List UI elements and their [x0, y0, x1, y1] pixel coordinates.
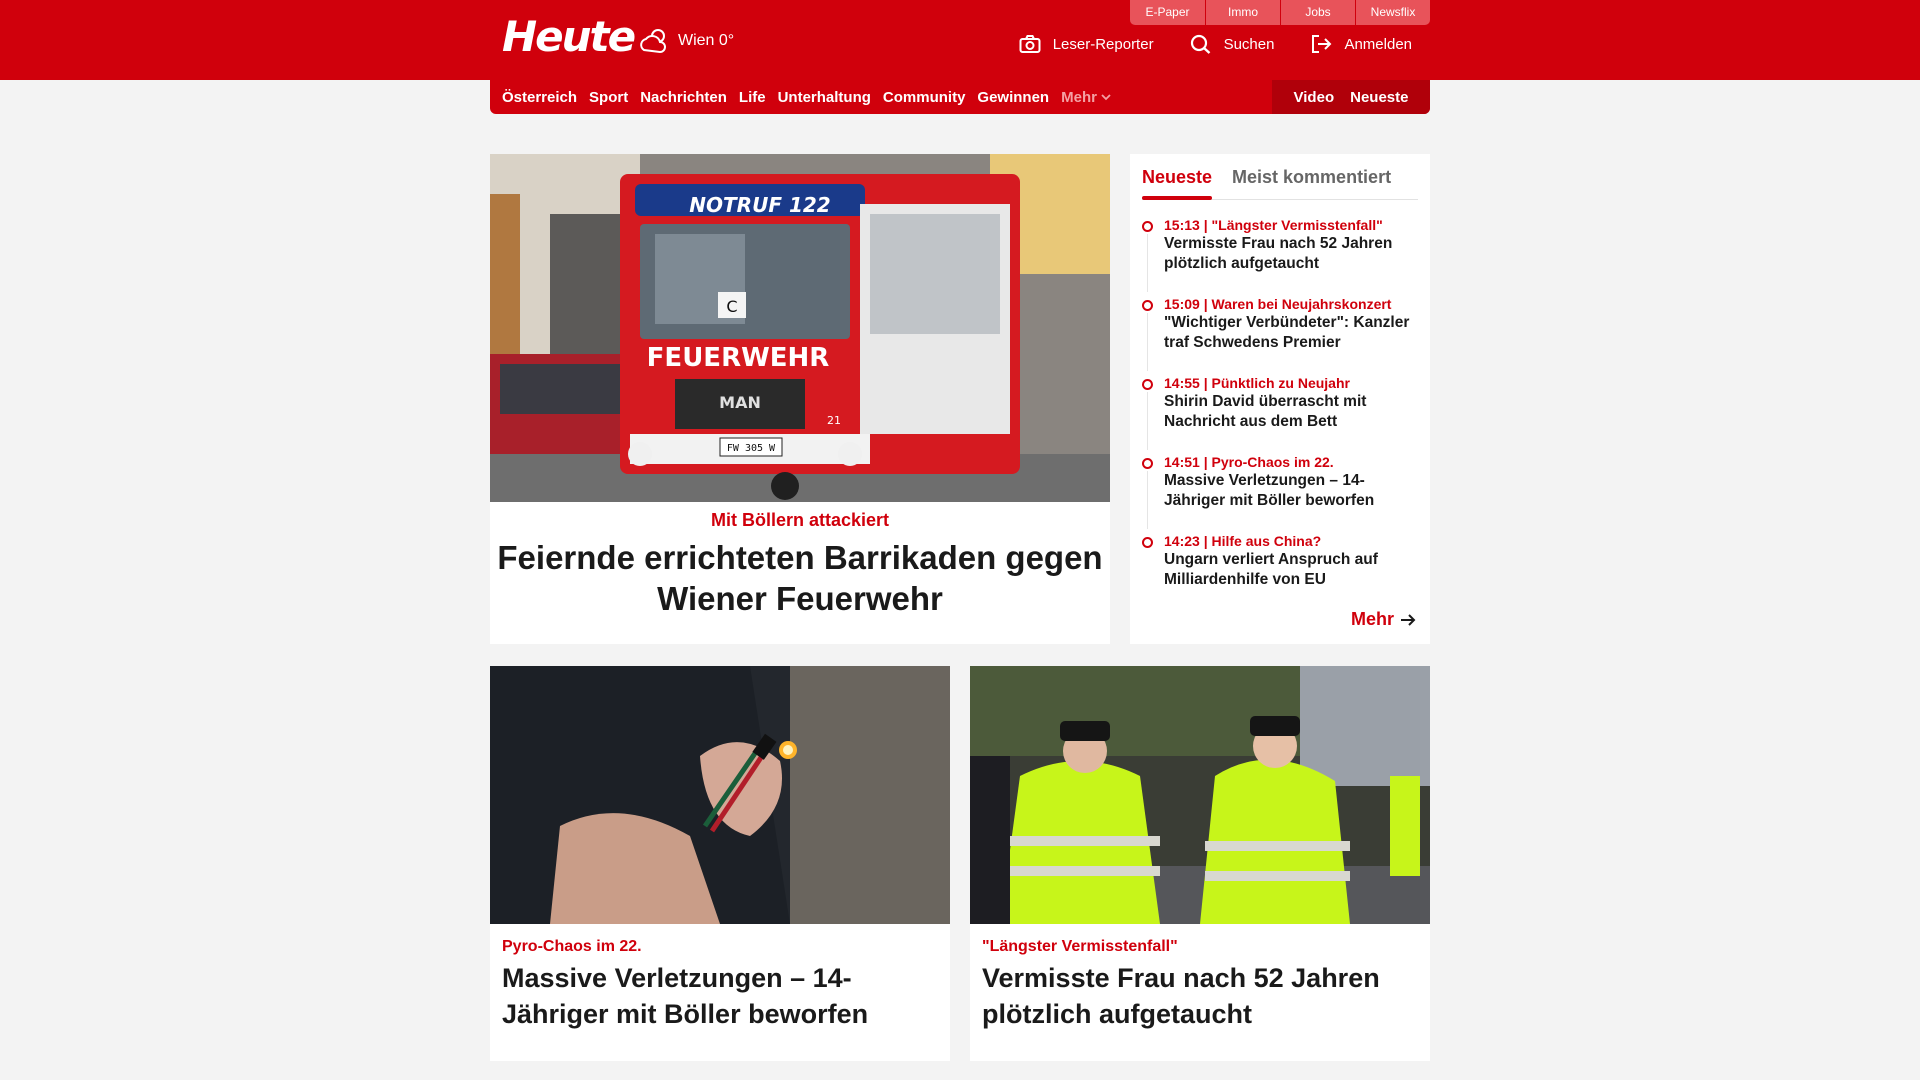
ticker-kicker: 15:09 | Waren bei Neujahrskonzert: [1164, 296, 1392, 312]
timeline-dot-icon: [1142, 221, 1153, 232]
main-nav: Österreich Sport Nachrichten Life Unterh…: [490, 80, 1430, 114]
nav-video-link[interactable]: Video: [1294, 89, 1335, 106]
search-label: Suchen: [1223, 35, 1275, 53]
ticker-item[interactable]: 15:09 | Waren bei Neujahrskonzert "Wicht…: [1142, 295, 1422, 374]
ticker-item[interactable]: 14:23 | Hilfe aus China? Ungarn verliert…: [1142, 532, 1422, 611]
newsflix-link[interactable]: Newsflix: [1355, 0, 1430, 25]
truck-plate: FW 305 W: [727, 443, 776, 454]
header: Heute Wien 0° E-Paper Immo Jobs Newsflix…: [490, 0, 1430, 80]
nav-item-life[interactable]: Life: [739, 89, 766, 106]
nav-latest-link[interactable]: Neueste: [1350, 89, 1408, 106]
camera-icon: [1019, 35, 1041, 53]
truck-sign-notruf: NOTRUF 122: [689, 193, 830, 217]
article-image-pyro[interactable]: [490, 666, 950, 924]
hero-headline[interactable]: Feiernde errichteten Barrikaden gegen Wi…: [490, 537, 1110, 619]
nav-more-dropdown[interactable]: Mehr: [1061, 89, 1111, 106]
ticker-item[interactable]: 14:55 | Pünktlich zu Neujahr Shirin Davi…: [1142, 374, 1422, 453]
truck-sign-feuerwehr: FEUERWEHR: [647, 343, 830, 373]
ticker-more-label: Mehr: [1350, 609, 1394, 629]
ticker-kicker: 14:23 | Hilfe aus China?: [1164, 533, 1322, 549]
ticker-item[interactable]: 14:51 | Pyro-Chaos im 22. Massive Verlet…: [1142, 453, 1422, 532]
ticker-kicker: 14:51 | Pyro-Chaos im 22.: [1164, 454, 1334, 470]
fire-truck-photo: NOTRUF 122 C FEUERWEHR MAN 21 FW 305 W: [490, 154, 1110, 502]
hero-image[interactable]: NOTRUF 122 C FEUERWEHR MAN 21 FW 305 W: [490, 154, 1110, 502]
ticker-kicker: 14:55 | Pünktlich zu Neujahr: [1164, 375, 1350, 391]
nav-highlights: Video Neueste: [1272, 80, 1430, 114]
immo-link[interactable]: Immo: [1205, 0, 1280, 25]
timeline-line: [1147, 392, 1148, 450]
truck-brand: MAN: [719, 393, 761, 412]
login-label: Anmelden: [1344, 35, 1412, 53]
leser-reporter-button[interactable]: Leser-Reporter: [1019, 34, 1154, 54]
timeline-line: [1147, 234, 1148, 292]
timeline-dot-icon: [1142, 458, 1153, 469]
timeline-dot-icon: [1142, 300, 1153, 311]
nav-sections: Österreich Sport Nachrichten Life Unterh…: [502, 80, 1111, 114]
nav-more-label: Mehr: [1061, 88, 1097, 106]
jobs-link[interactable]: Jobs: [1280, 0, 1355, 25]
ticker-title[interactable]: Shirin David überrascht mit Nachricht au…: [1164, 392, 1422, 432]
ticker-title[interactable]: "Wichtiger Verbündeter": Kanzler traf Sc…: [1164, 313, 1422, 353]
ticker-title[interactable]: Vermisste Frau nach 52 Jahren plötzlich …: [1164, 234, 1422, 274]
login-icon: [1312, 35, 1332, 53]
news-ticker-panel: Neueste Meist kommentiert 15:13 | "Längs…: [1130, 154, 1430, 644]
article-headline[interactable]: Massive Verletzungen – 14-Jähriger mit B…: [502, 960, 938, 1032]
firecracker-photo: [490, 666, 950, 924]
search-button[interactable]: Suchen: [1190, 34, 1275, 54]
timeline-line: [1147, 313, 1148, 371]
search-icon: [1190, 34, 1210, 54]
nav-item-unterhaltung[interactable]: Unterhaltung: [778, 89, 871, 106]
chevron-down-icon: [1101, 94, 1111, 101]
arrow-right-icon: [1401, 613, 1416, 626]
article-card-vermisste[interactable]: "Längster Vermisstenfall" Vermisste Frau…: [970, 666, 1430, 1061]
timeline-dot-icon: [1142, 379, 1153, 390]
ticker-item[interactable]: 15:13 | "Längster Vermisstenfall" Vermis…: [1142, 216, 1422, 295]
timeline-line: [1147, 471, 1148, 529]
ticker-list: 15:13 | "Längster Vermisstenfall" Vermis…: [1142, 216, 1422, 611]
leser-reporter-label: Leser-Reporter: [1052, 35, 1154, 53]
login-button[interactable]: Anmelden: [1310, 34, 1412, 54]
nav-item-sport[interactable]: Sport: [589, 89, 628, 106]
epaper-link[interactable]: E-Paper: [1130, 0, 1205, 25]
ticker-more-link[interactable]: Mehr: [1351, 609, 1416, 630]
heute-logo[interactable]: Heute: [502, 14, 636, 60]
ticker-kicker: 15:13 | "Längster Vermisstenfall": [1164, 217, 1383, 233]
truck-unit-number: 21: [827, 414, 841, 427]
police-officers-photo: [970, 666, 1430, 924]
tab-neueste[interactable]: Neueste: [1142, 164, 1213, 200]
article-kicker: Pyro-Chaos im 22.: [502, 938, 642, 955]
truck-letter-sign: C: [726, 297, 737, 316]
ticker-title[interactable]: Massive Verletzungen – 14-Jähriger mit B…: [1164, 471, 1422, 511]
article-kicker: "Längster Vermisstenfall": [982, 938, 1178, 955]
cloud-sun-icon: [640, 29, 666, 54]
ticker-title[interactable]: Ungarn verliert Anspruch auf Milliardenh…: [1164, 550, 1422, 590]
weather-widget[interactable]: Wien 0°: [638, 26, 734, 56]
nav-item-oesterreich[interactable]: Österreich: [502, 89, 577, 106]
weather-text: Wien 0°: [678, 32, 735, 49]
hero-article[interactable]: NOTRUF 122 C FEUERWEHR MAN 21 FW 305 W M…: [490, 154, 1110, 644]
nav-item-gewinnen[interactable]: Gewinnen: [977, 89, 1049, 106]
nav-item-nachrichten[interactable]: Nachrichten: [640, 89, 727, 106]
nav-item-community[interactable]: Community: [883, 89, 966, 106]
hero-kicker: Mit Böllern attackiert: [710, 510, 890, 530]
ticker-tabs: Neueste Meist kommentiert: [1142, 164, 1418, 200]
header-actions: Leser-Reporter Suchen Anmelden: [1019, 34, 1430, 54]
article-image-vermisste[interactable]: [970, 666, 1430, 924]
article-headline[interactable]: Vermisste Frau nach 52 Jahren plötzlich …: [982, 960, 1418, 1032]
tab-meist-kommentiert[interactable]: Meist kommentiert: [1232, 164, 1391, 199]
timeline-dot-icon: [1142, 537, 1153, 548]
article-card-pyro[interactable]: Pyro-Chaos im 22. Massive Verletzungen –…: [490, 666, 950, 1061]
top-links: E-Paper Immo Jobs Newsflix: [1130, 0, 1430, 25]
